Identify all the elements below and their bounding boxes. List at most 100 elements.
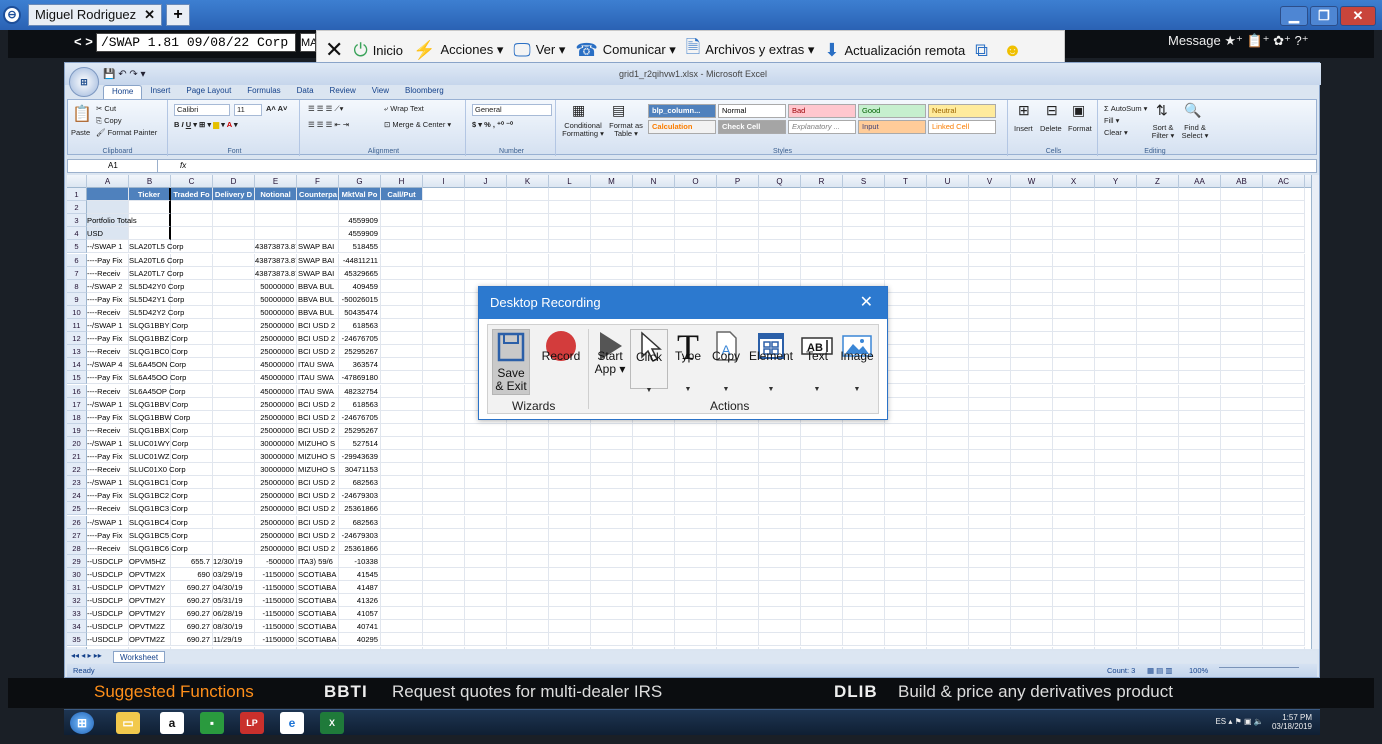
grid-cell[interactable] bbox=[759, 646, 801, 649]
grid-cell[interactable]: 655.7 bbox=[171, 554, 213, 568]
grid-cell[interactable] bbox=[549, 620, 591, 634]
grid-cell[interactable] bbox=[1221, 476, 1263, 490]
grid-cell[interactable] bbox=[213, 397, 255, 411]
grid-cell[interactable] bbox=[717, 214, 759, 228]
ver-menu[interactable]: 🖵 Ver ▾ bbox=[513, 40, 565, 61]
grid-cell[interactable] bbox=[549, 594, 591, 608]
grid-cell[interactable] bbox=[591, 541, 633, 555]
grid-cell[interactable]: ----Receiv bbox=[87, 423, 129, 437]
grid-cell[interactable] bbox=[675, 423, 717, 437]
grid-cell[interactable] bbox=[759, 515, 801, 529]
suggested-functions-label[interactable]: Suggested Functions bbox=[94, 678, 254, 706]
grid-cell[interactable] bbox=[1263, 476, 1305, 490]
grid-cell[interactable] bbox=[885, 214, 927, 228]
grid-cell[interactable]: OPVTM2Y bbox=[129, 594, 171, 608]
grid-cell[interactable]: BCI USD 2 bbox=[297, 541, 339, 555]
grid-cell[interactable] bbox=[1137, 384, 1179, 398]
grid-cell[interactable] bbox=[1011, 607, 1053, 621]
grid-cell[interactable] bbox=[423, 214, 465, 228]
grid-cell[interactable] bbox=[675, 567, 717, 581]
grid-cell[interactable] bbox=[927, 423, 969, 437]
grid-cell[interactable] bbox=[1263, 214, 1305, 228]
grid-cell[interactable] bbox=[465, 214, 507, 228]
clear-button[interactable]: Clear ▾ bbox=[1104, 128, 1128, 137]
grid-cell[interactable]: -1150000 bbox=[255, 607, 297, 621]
grid-cell[interactable] bbox=[213, 358, 255, 372]
grid-cell[interactable] bbox=[1011, 594, 1053, 608]
find-select-button[interactable]: Find & Select ▾ bbox=[1180, 124, 1210, 140]
grid-cell[interactable] bbox=[1011, 332, 1053, 346]
grid-cell[interactable] bbox=[759, 528, 801, 542]
grid-cell[interactable]: 45000000 bbox=[255, 371, 297, 385]
grid-cell[interactable]: 48232754 bbox=[339, 384, 381, 398]
grid-cell[interactable]: USD bbox=[87, 227, 129, 241]
grid-cell[interactable]: SLA20TL6 Corp bbox=[129, 253, 183, 267]
grid-cell[interactable] bbox=[591, 227, 633, 241]
grid-cell[interactable]: 45000000 bbox=[255, 384, 297, 398]
grid-cell[interactable] bbox=[1137, 201, 1179, 215]
grid-cell[interactable] bbox=[1095, 581, 1137, 594]
grid-cell[interactable] bbox=[213, 476, 255, 490]
grid-cell[interactable] bbox=[1137, 345, 1179, 359]
grid-cell[interactable] bbox=[1011, 410, 1053, 424]
grid-cell[interactable] bbox=[423, 188, 465, 201]
grid-cell[interactable] bbox=[717, 541, 759, 555]
grid-cell[interactable] bbox=[1179, 188, 1221, 201]
grid-cell[interactable] bbox=[843, 594, 885, 608]
grid-cell[interactable] bbox=[885, 332, 927, 346]
grid-cell[interactable] bbox=[969, 292, 1011, 306]
grid-cell[interactable] bbox=[213, 253, 255, 267]
grid-cell[interactable] bbox=[1137, 581, 1179, 594]
actualizacion-remota-button[interactable]: ⬇ Actualización remota bbox=[824, 40, 965, 61]
grid-cell[interactable]: 41057 bbox=[339, 607, 381, 621]
delete-button[interactable]: Delete bbox=[1040, 124, 1062, 133]
grid-cell[interactable] bbox=[507, 423, 549, 437]
grid-cell[interactable] bbox=[423, 292, 465, 306]
grid-cell[interactable]: 690.27 bbox=[171, 607, 213, 621]
grid-cell[interactable]: 690.27 bbox=[171, 581, 213, 594]
grid-cell[interactable] bbox=[1053, 384, 1095, 398]
grid-cell[interactable] bbox=[507, 188, 549, 201]
grid-cell[interactable] bbox=[1053, 332, 1095, 346]
grid-cell[interactable] bbox=[801, 541, 843, 555]
grid-cell[interactable] bbox=[1221, 541, 1263, 555]
grid-cell[interactable]: ----Receiv bbox=[87, 345, 129, 359]
grid-cell[interactable] bbox=[1095, 541, 1137, 555]
grid-cell[interactable] bbox=[465, 423, 507, 437]
acciones-menu[interactable]: ⚡ Acciones ▾ bbox=[413, 40, 503, 61]
start-app-button[interactable]: Start App ▾ bbox=[592, 329, 628, 389]
grid-cell[interactable] bbox=[1095, 436, 1137, 450]
grid-cell[interactable] bbox=[297, 227, 339, 241]
grid-cell[interactable] bbox=[381, 319, 423, 332]
grid-cell[interactable] bbox=[633, 515, 675, 529]
grid-cell[interactable] bbox=[549, 633, 591, 647]
grid-cell[interactable] bbox=[969, 332, 1011, 346]
grid-cell[interactable] bbox=[1053, 358, 1095, 372]
bloomberg-secondary-input[interactable]: MA bbox=[300, 33, 316, 52]
maximize-button[interactable]: ❐ bbox=[1310, 6, 1338, 26]
grid-cell[interactable] bbox=[465, 436, 507, 450]
grid-cell[interactable] bbox=[591, 646, 633, 649]
row-header[interactable]: 7 bbox=[67, 266, 87, 280]
grid-cell[interactable] bbox=[507, 476, 549, 490]
delete-cells-icon[interactable]: ⊟ bbox=[1046, 102, 1058, 119]
row-header[interactable]: 26 bbox=[67, 515, 87, 529]
grid-cell[interactable] bbox=[633, 450, 675, 463]
grid-cell[interactable] bbox=[1179, 266, 1221, 280]
grid-cell[interactable] bbox=[1053, 305, 1095, 319]
grid-cell[interactable] bbox=[1011, 214, 1053, 228]
grid-cell[interactable] bbox=[927, 201, 969, 215]
tab-formulas[interactable]: Formulas bbox=[239, 85, 288, 99]
grid-cell[interactable] bbox=[1263, 554, 1305, 568]
grid-cell[interactable] bbox=[129, 646, 171, 649]
grid-cell[interactable]: 25361866 bbox=[339, 502, 381, 516]
grid-cell[interactable] bbox=[717, 620, 759, 634]
grid-cell[interactable] bbox=[927, 528, 969, 542]
grid-cell[interactable] bbox=[1263, 384, 1305, 398]
grid-cell[interactable] bbox=[885, 397, 927, 411]
grid-cell[interactable] bbox=[549, 567, 591, 581]
grid-cell[interactable]: 03/29/19 bbox=[213, 567, 255, 581]
grid-cell[interactable] bbox=[801, 240, 843, 254]
grid-cell[interactable] bbox=[1263, 227, 1305, 241]
grid-cell[interactable] bbox=[423, 594, 465, 608]
